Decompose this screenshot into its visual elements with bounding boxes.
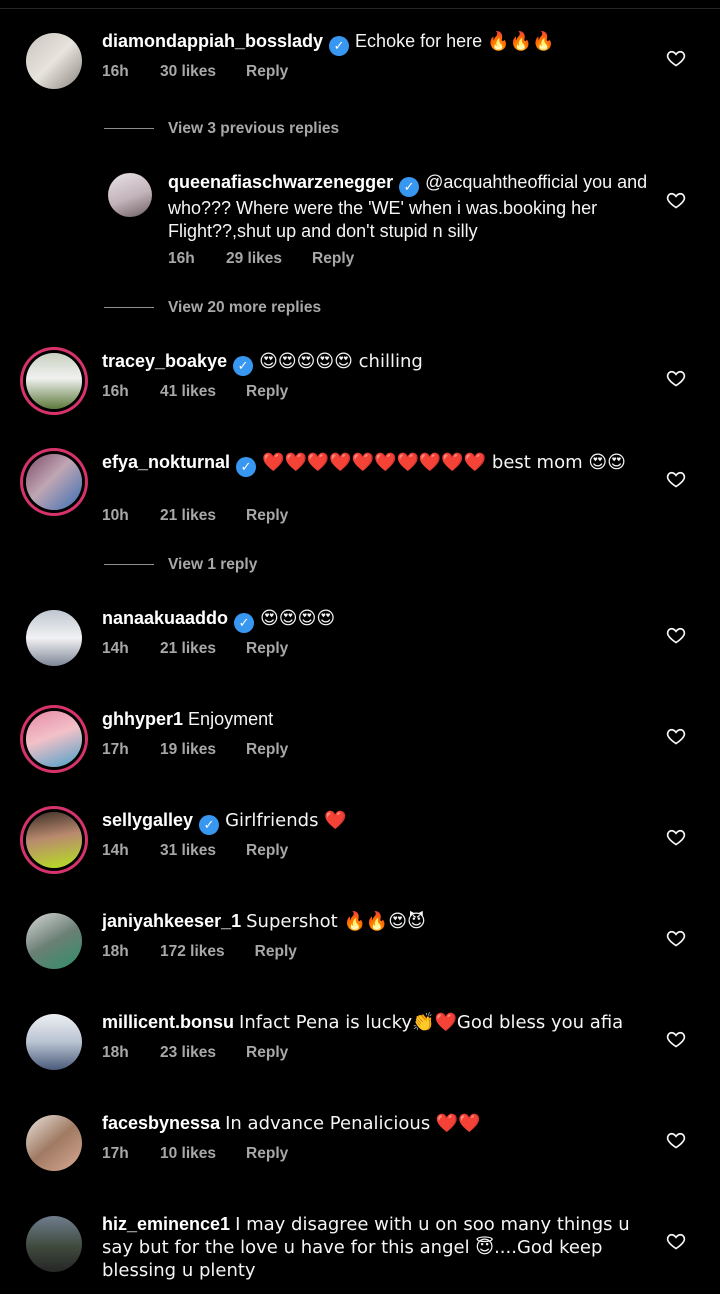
username[interactable]: janiyahkeeser_1 [102, 911, 241, 931]
reply-button[interactable]: Reply [246, 63, 288, 81]
verified-badge-icon: ✓ [236, 457, 257, 477]
view-previous-replies[interactable]: View 3 previous replies [104, 120, 339, 138]
likes-count[interactable]: 21 likes [160, 507, 216, 525]
username[interactable]: facesbynessa [102, 1113, 220, 1133]
view-more-replies[interactable]: View 20 more replies [104, 299, 321, 317]
reply-button[interactable]: Reply [246, 1044, 288, 1062]
comment-time: 17h [102, 1145, 129, 1162]
comment-time: 16h [168, 250, 195, 267]
username[interactable]: hiz_eminence1 [102, 1214, 230, 1234]
comment-text: Enjoyment [188, 709, 274, 729]
likes-count[interactable]: 29 likes [226, 250, 282, 268]
username[interactable]: nanaakuaaddo [102, 608, 228, 628]
comment-text: 😍😍😍😍 [260, 608, 336, 629]
comment-time: 14h [102, 842, 129, 859]
verified-badge-icon: ✓ [199, 815, 220, 835]
likes-count[interactable]: 172 likes [160, 943, 225, 961]
reply-button[interactable]: Reply [255, 943, 297, 961]
top-divider [0, 0, 720, 9]
comment-text: Echoke for here 🔥🔥🔥 [355, 31, 555, 51]
comment-text: In advance Penalicious ❤️❤️ [225, 1113, 481, 1134]
comment-text: Supershot 🔥🔥😍😈 [246, 911, 426, 932]
reply-button[interactable]: Reply [246, 383, 288, 401]
avatar[interactable] [26, 1216, 82, 1272]
username[interactable]: diamondappiah_bosslady [102, 31, 323, 51]
like-heart-icon[interactable] [666, 928, 686, 948]
username[interactable]: queenafiaschwarzenegger [168, 172, 393, 192]
likes-count[interactable]: 19 likes [160, 741, 216, 759]
reply-button[interactable]: Reply [246, 842, 288, 860]
reply-button[interactable]: Reply [246, 640, 288, 658]
view-replies[interactable]: View 1 reply [104, 556, 257, 574]
comment-time: 18h [102, 943, 129, 960]
avatar[interactable] [108, 173, 152, 217]
avatar[interactable] [26, 33, 82, 89]
like-heart-icon[interactable] [666, 625, 686, 645]
reply-button[interactable]: Reply [246, 507, 288, 525]
like-heart-icon[interactable] [666, 827, 686, 847]
avatar[interactable] [26, 1014, 82, 1070]
username[interactable]: ghhyper1 [102, 709, 183, 729]
comment-time: 17h [102, 741, 129, 758]
like-heart-icon[interactable] [666, 726, 686, 746]
reply-button[interactable]: Reply [246, 741, 288, 759]
like-heart-icon[interactable] [666, 190, 686, 210]
comment-text: ❤️❤️❤️❤️❤️❤️❤️❤️❤️❤️ best mom 😍😍 [262, 452, 626, 473]
comment-text: 😍😍😍😍😍 chilling [259, 351, 423, 372]
comment-text: Girlfriends ❤️ [225, 810, 347, 831]
avatar[interactable] [26, 454, 82, 510]
comment-text: Infact Pena is lucky👏❤️God bless you afi… [239, 1012, 624, 1033]
reply-button[interactable]: Reply [246, 1145, 288, 1163]
comment-time: 16h [102, 383, 129, 400]
verified-badge-icon: ✓ [234, 613, 255, 633]
avatar[interactable] [26, 711, 82, 767]
verified-badge-icon: ✓ [233, 356, 254, 376]
like-heart-icon[interactable] [666, 1029, 686, 1049]
avatar[interactable] [26, 1115, 82, 1171]
username[interactable]: sellygalley [102, 810, 193, 830]
like-heart-icon[interactable] [666, 1130, 686, 1150]
comment-time: 14h [102, 640, 129, 657]
comment-time: 18h [102, 1044, 129, 1061]
avatar[interactable] [26, 913, 82, 969]
comment-time: 16h [102, 63, 129, 80]
avatar[interactable] [26, 610, 82, 666]
like-heart-icon[interactable] [666, 48, 686, 68]
reply-button[interactable]: Reply [312, 250, 354, 268]
likes-count[interactable]: 23 likes [160, 1044, 216, 1062]
likes-count[interactable]: 41 likes [160, 383, 216, 401]
comment-time: 10h [102, 507, 129, 524]
like-heart-icon[interactable] [666, 469, 686, 489]
likes-count[interactable]: 21 likes [160, 640, 216, 658]
username[interactable]: tracey_boakye [102, 351, 227, 371]
likes-count[interactable]: 10 likes [160, 1145, 216, 1163]
verified-badge-icon: ✓ [399, 177, 420, 197]
username[interactable]: millicent.bonsu [102, 1012, 234, 1032]
username[interactable]: efya_nokturnal [102, 452, 230, 472]
verified-badge-icon: ✓ [329, 36, 350, 56]
like-heart-icon[interactable] [666, 1231, 686, 1251]
avatar[interactable] [26, 353, 82, 409]
like-heart-icon[interactable] [666, 368, 686, 388]
likes-count[interactable]: 31 likes [160, 842, 216, 860]
avatar[interactable] [26, 812, 82, 868]
likes-count[interactable]: 30 likes [160, 63, 216, 81]
